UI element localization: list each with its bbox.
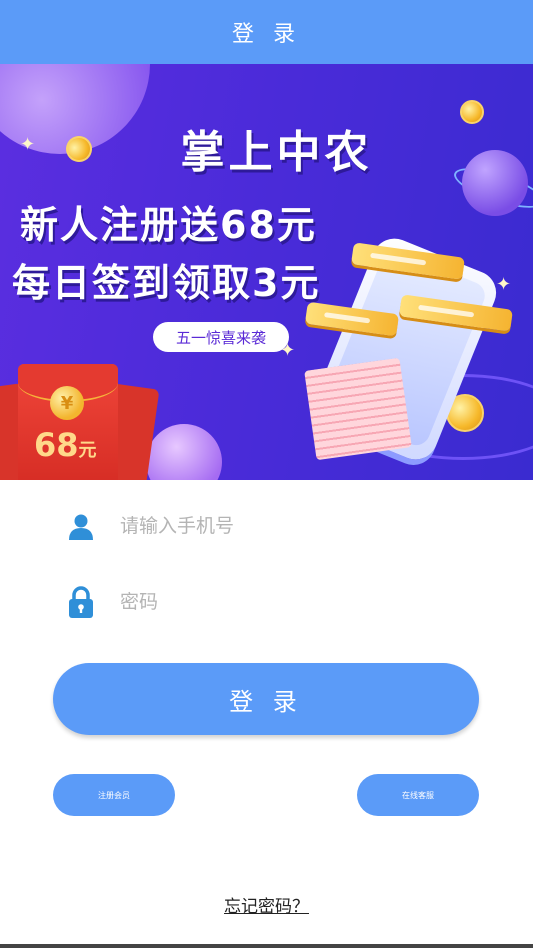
- envelope-amount-value: 68: [34, 426, 79, 464]
- bottom-divider: [0, 944, 533, 948]
- promo-tag: 五一惊喜来袭: [153, 322, 289, 352]
- password-input[interactable]: [118, 590, 442, 614]
- login-button[interactable]: 登 录: [53, 663, 479, 735]
- online-service-button[interactable]: 在线客服: [357, 774, 479, 816]
- password-field[interactable]: [66, 582, 466, 622]
- page-title: 登 录: [232, 22, 301, 47]
- banner-line-2: 每日签到领取3元: [12, 261, 321, 305]
- sparkle-icon: ✦: [496, 274, 512, 295]
- envelope-amount: 68元: [34, 426, 97, 464]
- banner-title: 掌上中农: [180, 127, 373, 178]
- yuan-coin-icon: ¥: [50, 386, 84, 420]
- planet-decoration: [146, 424, 222, 480]
- promo-banner[interactable]: ✦ ✦ ✦ 掌上中农 新人注册送68元 每日签到领取3元 五一惊喜来袭 ¥ 68…: [0, 64, 533, 480]
- lock-icon: [66, 586, 96, 618]
- title-bar: 登 录: [0, 0, 533, 64]
- cash-illustration: [304, 357, 412, 461]
- banner-line-1: 新人注册送68元: [20, 203, 317, 247]
- forgot-password-link[interactable]: 忘记密码？: [0, 892, 533, 917]
- phone-input[interactable]: [118, 514, 442, 538]
- user-icon: [66, 511, 96, 541]
- envelope-amount-unit: 元: [78, 440, 97, 461]
- register-button[interactable]: 注册会员: [53, 774, 175, 816]
- phone-field[interactable]: [66, 506, 466, 546]
